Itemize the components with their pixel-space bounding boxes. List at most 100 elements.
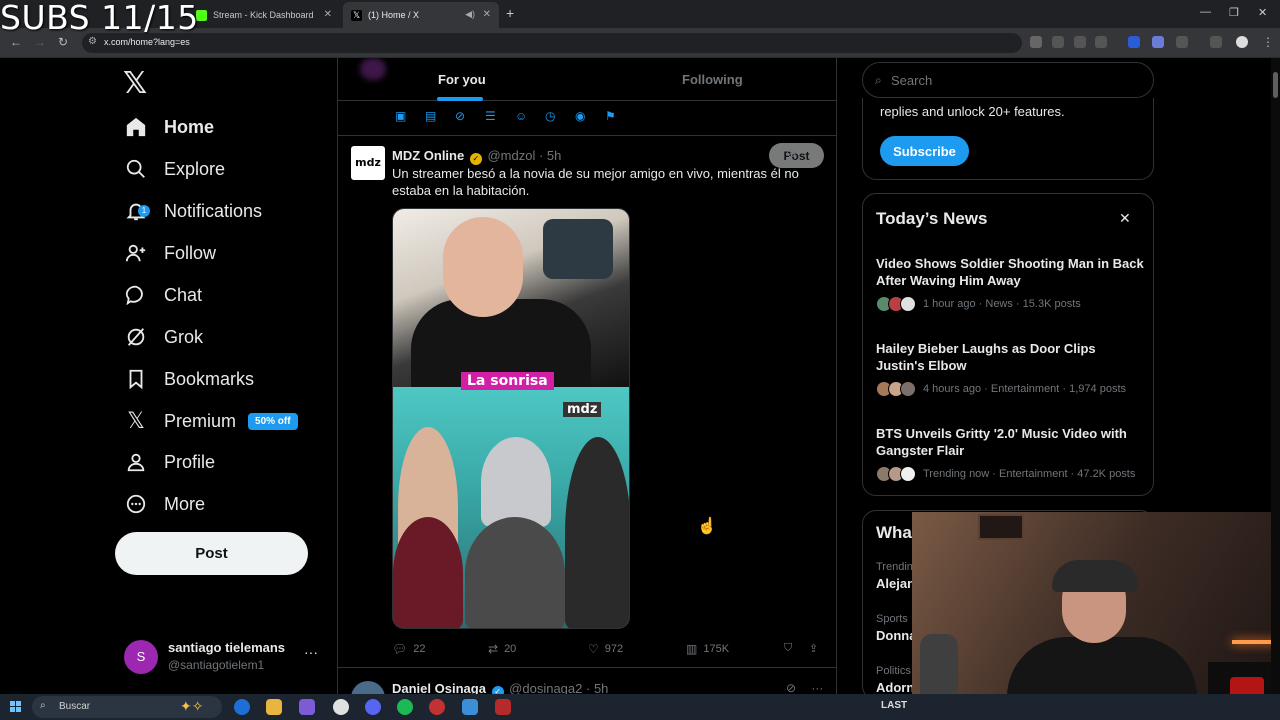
scrollbar-thumb[interactable] [1273, 72, 1278, 98]
tab-following[interactable]: Following [682, 72, 743, 87]
search-input[interactable]: ⌕ Search [862, 62, 1154, 98]
post-button[interactable]: Post [115, 532, 308, 575]
tweet-video[interactable]: mdz La sonrisa [392, 208, 630, 629]
nav-chat[interactable]: Chat [124, 275, 202, 315]
location-icon[interactable]: ◉ [575, 109, 589, 123]
cast-icon[interactable] [1052, 36, 1064, 48]
media-icon[interactable] [1210, 36, 1222, 48]
close-icon[interactable]: ✕ [1119, 210, 1131, 227]
star-icon[interactable] [1095, 36, 1107, 48]
grok-icon[interactable]: ⊘ [455, 109, 469, 123]
tab-kick-dashboard[interactable]: Stream - Kick Dashboard ✕ [188, 2, 340, 28]
gif-icon[interactable]: ▤ [425, 109, 439, 123]
bookmark-icon[interactable]: ⛉ [784, 642, 792, 655]
app-icon[interactable] [462, 699, 478, 715]
emoji-icon[interactable]: ☺ [515, 109, 529, 123]
taskbar-search[interactable]: ⌕ Buscar ✦✧ [32, 696, 222, 718]
nav-notifications[interactable]: 1 Notifications [124, 191, 262, 231]
tweet[interactable]: mdz MDZ Online ✓ @mdzol · 5h ⊘ ··· Un st… [338, 136, 836, 668]
schedule-icon[interactable]: ◷ [545, 109, 559, 123]
tweet-avatar[interactable] [351, 681, 385, 694]
views-button[interactable]: ▥ 175K [686, 642, 729, 656]
forward-icon[interactable]: → [34, 35, 46, 49]
account-switcher[interactable]: S santiago tielemans @santiagotielem1 ··… [124, 638, 324, 674]
nav-premium[interactable]: 𝕏 Premium 50% off [124, 401, 298, 441]
kebab-menu-icon[interactable]: ⋮ [1262, 35, 1274, 49]
nav-bookmarks[interactable]: Bookmarks [124, 359, 254, 399]
site-info-icon[interactable]: ⚙ [88, 36, 97, 47]
nav-profile[interactable]: Profile [124, 442, 215, 482]
taskbar-search-label: Buscar [59, 701, 91, 712]
zoom-icon[interactable] [1074, 36, 1086, 48]
discord-icon[interactable] [365, 699, 381, 715]
news-item[interactable]: BTS Unveils Gritty '2.0' Music Video wit… [876, 425, 1144, 482]
trend-name[interactable]: Donna [876, 628, 916, 643]
flag-icon[interactable]: ⚑ [605, 109, 619, 123]
nav-label: Explore [164, 158, 226, 179]
news-item[interactable]: Hailey Bieber Laughs as Door Clips Justi… [876, 340, 1144, 397]
app-icon[interactable] [495, 699, 511, 715]
tweet-author-handle[interactable]: @mdzol [487, 148, 535, 163]
more-dots-icon[interactable]: ··· [811, 681, 823, 694]
url-field[interactable]: ⚙ x.com/home?lang=es [82, 33, 1022, 53]
restore-icon[interactable]: ❐ [1229, 6, 1239, 19]
grok-icon[interactable]: ⊘ [786, 146, 796, 160]
spotify-icon[interactable] [397, 699, 413, 715]
image-icon[interactable]: ▣ [395, 109, 409, 123]
extension-icon[interactable] [1128, 36, 1140, 48]
tab-for-you[interactable]: For you [438, 72, 486, 87]
tab-x-home[interactable]: 𝕏 (1) Home / X ◀) ✕ [343, 2, 499, 28]
profile-avatar[interactable] [1236, 36, 1248, 48]
minimize-icon[interactable]: — [1200, 6, 1211, 18]
nav-grok[interactable]: Grok [124, 317, 203, 357]
trend-name[interactable]: Adorn [876, 680, 914, 695]
close-icon[interactable]: ✕ [324, 9, 332, 20]
new-tab-icon[interactable]: + [506, 5, 514, 21]
grok-icon[interactable]: ⊘ [786, 681, 796, 694]
edge-icon[interactable] [234, 699, 250, 715]
tweet-author-name[interactable]: Daniel Osinaga [392, 681, 486, 694]
nav-home[interactable]: Home [124, 107, 214, 147]
chrome-icon[interactable] [333, 699, 349, 715]
tab-label: (1) Home / X [368, 10, 420, 20]
share-icon[interactable]: ⇪ [809, 642, 818, 655]
more-dots-icon[interactable]: ··· [304, 644, 318, 660]
file-explorer-icon[interactable] [266, 699, 282, 715]
tweet-author-name[interactable]: MDZ Online [392, 148, 464, 163]
obs-icon[interactable] [429, 699, 445, 715]
browser-tab-bar: SUBS 11/15 Stream - Kick Dashboard ✕ 𝕏 (… [0, 0, 1280, 37]
close-window-icon[interactable]: ✕ [1258, 6, 1267, 19]
subscribe-button[interactable]: Subscribe [880, 136, 969, 166]
tweet-avatar[interactable]: mdz [351, 146, 385, 180]
nav-explore[interactable]: Explore [124, 149, 225, 189]
tweet-author-handle[interactable]: @dosinaga2 [509, 681, 582, 694]
extension-icon[interactable] [1152, 36, 1164, 48]
tweet[interactable]: Daniel Osinaga ✓ @dosinaga2 · 5h ⊘ ··· [338, 669, 836, 694]
nav-follow[interactable]: Follow [124, 233, 216, 273]
search-icon: ⌕ [875, 73, 882, 87]
close-icon[interactable]: ✕ [483, 9, 491, 20]
like-button[interactable]: ♡ 972 [588, 642, 623, 656]
repost-button[interactable]: ⇄ 20 [488, 642, 516, 656]
sparkle-icon: ✦✧ [180, 698, 204, 714]
reply-button[interactable]: 💬︎ 22 [392, 642, 425, 656]
person-figure [465, 517, 565, 628]
copilot-icon[interactable] [299, 699, 315, 715]
poll-icon[interactable]: ☰ [485, 109, 499, 123]
trend-name[interactable]: Alejan [876, 576, 915, 591]
x-logo-icon[interactable]: 𝕏 [123, 66, 147, 101]
back-icon[interactable]: ← [10, 35, 22, 49]
puzzle-icon[interactable] [1176, 36, 1188, 48]
nav-more[interactable]: More [124, 484, 205, 524]
tweet-time[interactable]: 5h [547, 148, 561, 163]
speaker-icon[interactable]: ◀) [465, 9, 475, 20]
page-scrollbar[interactable] [1271, 58, 1280, 694]
news-item[interactable]: Video Shows Soldier Shooting Man in Back… [876, 255, 1144, 312]
translate-icon[interactable] [1030, 36, 1042, 48]
windows-start-icon[interactable] [10, 701, 22, 713]
more-dots-icon[interactable]: ··· [811, 146, 823, 160]
news-meta: Trending now · Entertainment · 47.2K pos… [923, 468, 1136, 480]
video-frame-bottom: mdz [393, 387, 629, 628]
reload-icon[interactable]: ↻ [58, 35, 68, 49]
tweet-time[interactable]: 5h [594, 681, 608, 694]
